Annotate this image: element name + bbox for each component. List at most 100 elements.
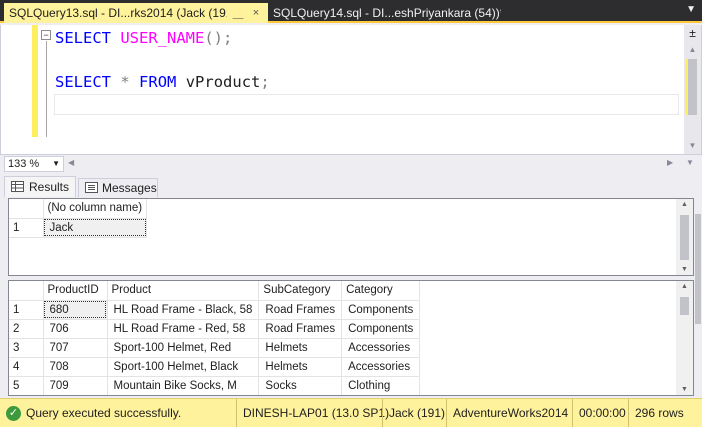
table-cell[interactable]: 680 <box>43 300 108 320</box>
grid-table: ProductID Product SubCategory Category 1… <box>9 281 421 395</box>
row-number[interactable]: 2 <box>9 319 44 339</box>
close-icon[interactable]: × <box>249 7 263 19</box>
column-header[interactable]: ProductID <box>43 281 108 301</box>
table-cell[interactable]: 709 <box>43 376 108 395</box>
scroll-right-icon[interactable]: ▶ <box>667 158 673 167</box>
operator: (); <box>204 29 233 47</box>
grid-vertical-scrollbar[interactable]: ▲ ▼ <box>676 199 693 275</box>
status-text: Query executed successfully. <box>26 406 182 420</box>
split-editor-icon[interactable]: ± <box>686 27 699 40</box>
code-line-2: SELECT * FROM vProduct; <box>55 71 270 93</box>
table-cell[interactable]: Mountain Bike Socks, M <box>107 376 260 395</box>
row-number[interactable]: 3 <box>9 338 44 358</box>
scroll-down-icon[interactable]: ▼ <box>676 386 693 393</box>
row-number[interactable]: 1 <box>9 218 44 238</box>
result-grid-2[interactable]: ProductID Product SubCategory Category 1… <box>8 280 694 396</box>
results-pane-scrollbar[interactable] <box>694 198 702 396</box>
tab-messages[interactable]: Messages <box>78 178 158 197</box>
status-elapsed: 00:00:00 <box>572 399 628 427</box>
keyword: FROM <box>139 73 177 91</box>
editor-horizontal-scrollbar[interactable] <box>66 156 680 172</box>
table-row[interactable]: 5 709 Mountain Bike Socks, M Socks Cloth… <box>9 376 421 395</box>
table-cell[interactable]: Helmets <box>258 338 343 358</box>
results-tab-strip: Results Messages <box>0 176 702 197</box>
table-cell[interactable]: Accessories <box>341 338 421 358</box>
table-cell[interactable]: 707 <box>43 338 108 358</box>
table-cell[interactable]: Sport-100 Helmet, Black <box>107 357 260 377</box>
tab-label: SQLQuery13.sql - DI...rks2014 (Jack (191… <box>9 6 227 20</box>
row-number[interactable]: 4 <box>9 357 44 377</box>
scroll-thumb[interactable] <box>680 215 689 260</box>
tab-dropdown-icon[interactable]: ▼ <box>686 4 696 15</box>
scroll-up-icon[interactable]: ▲ <box>676 201 693 208</box>
identifier: vProduct <box>185 73 261 91</box>
column-header[interactable] <box>9 199 44 219</box>
status-user: Jack (191) <box>382 399 446 427</box>
status-database: AdventureWorks2014 <box>446 399 572 427</box>
editor-vertical-scrollbar[interactable]: ± ▲ ▼ <box>684 25 701 154</box>
table-cell[interactable]: Helmets <box>258 357 343 377</box>
table-cell[interactable]: Sport-100 Helmet, Red <box>107 338 260 358</box>
status-rows: 296 rows <box>628 399 702 427</box>
column-header[interactable]: Category <box>341 281 421 301</box>
scroll-thumb[interactable] <box>680 297 689 315</box>
table-cell[interactable]: Jack <box>43 218 148 238</box>
table-cell[interactable]: HL Road Frame - Black, 58 <box>107 300 260 320</box>
row-number[interactable]: 5 <box>9 376 44 395</box>
collapse-icon[interactable]: − <box>41 30 51 40</box>
check-icon: ✓ <box>6 405 21 421</box>
zoom-select[interactable]: 133 % ▼ <box>4 156 64 172</box>
outline-line <box>46 41 47 137</box>
table-cell[interactable]: Components <box>341 300 421 320</box>
keyword: SELECT <box>55 29 111 47</box>
grid-table: (No column name) 1 Jack <box>9 199 148 238</box>
tab-label: Results <box>28 180 69 194</box>
pin-icon[interactable]: ⸏ <box>231 6 245 21</box>
column-header[interactable]: Product <box>107 281 260 301</box>
header-row: ProductID Product SubCategory Category <box>9 281 421 301</box>
table-row[interactable]: 4 708 Sport-100 Helmet, Black Helmets Ac… <box>9 357 421 377</box>
table-cell[interactable]: Clothing <box>341 376 421 395</box>
messages-icon <box>85 182 98 194</box>
table-cell[interactable]: Road Frames <box>258 300 343 320</box>
scroll-thumb[interactable] <box>695 214 701 324</box>
status-message: ✓ Query executed successfully. <box>0 399 236 427</box>
function-name: USER_NAME <box>120 29 205 47</box>
tab-label: Messages <box>102 181 157 195</box>
table-cell[interactable]: Road Frames <box>258 319 343 339</box>
scroll-thumb[interactable] <box>688 59 697 115</box>
scroll-down-icon[interactable]: ▼ <box>676 266 693 273</box>
table-row[interactable]: 1 Jack <box>9 218 148 238</box>
row-number[interactable]: 1 <box>9 300 44 320</box>
scroll-down-icon[interactable]: ▼ <box>686 158 694 167</box>
table-cell[interactable]: 706 <box>43 319 108 339</box>
table-row[interactable]: 1 680 HL Road Frame - Black, 58 Road Fra… <box>9 300 421 320</box>
operator: * <box>120 73 130 91</box>
column-header[interactable]: (No column name) <box>43 199 148 219</box>
chevron-down-icon: ▼ <box>52 159 60 168</box>
scroll-up-icon[interactable]: ▲ <box>684 45 701 54</box>
result-grid-1[interactable]: (No column name) 1 Jack ▲ ▼ <box>8 198 694 276</box>
tab-sqlquery13[interactable]: SQLQuery13.sql - DI...rks2014 (Jack (191… <box>4 3 268 23</box>
table-cell[interactable]: Components <box>341 319 421 339</box>
tab-results[interactable]: Results <box>4 176 76 197</box>
column-header[interactable]: SubCategory <box>258 281 343 301</box>
column-header[interactable] <box>9 281 44 301</box>
table-cell[interactable]: Socks <box>258 376 343 395</box>
scroll-up-icon[interactable]: ▲ <box>676 283 693 290</box>
status-server: DINESH-LAP01 (13.0 SP1) <box>236 399 389 427</box>
table-cell[interactable]: Accessories <box>341 357 421 377</box>
grid-vertical-scrollbar[interactable]: ▲ ▼ <box>676 281 693 395</box>
scroll-left-icon[interactable]: ◀ <box>68 158 74 167</box>
query-editor[interactable]: − SELECT USER_NAME(); SELECT * FROM vPro… <box>0 25 702 154</box>
table-row[interactable]: 3 707 Sport-100 Helmet, Red Helmets Acce… <box>9 338 421 358</box>
zoom-bar: 133 % ▼ ◀ ▶ ▼ <box>0 154 702 172</box>
table-cell[interactable]: HL Road Frame - Red, 58 <box>107 319 260 339</box>
zoom-value: 133 % <box>8 158 40 170</box>
scroll-down-icon[interactable]: ▼ <box>684 141 701 150</box>
table-row[interactable]: 2 706 HL Road Frame - Red, 58 Road Frame… <box>9 319 421 339</box>
tab-label: SQLQuery14.sql - DI...eshPriyankara (54)… <box>273 6 501 20</box>
tab-sqlquery14[interactable]: SQLQuery14.sql - DI...eshPriyankara (54)… <box>268 3 506 23</box>
document-tab-strip: SQLQuery13.sql - DI...rks2014 (Jack (191… <box>0 0 702 23</box>
table-cell[interactable]: 708 <box>43 357 108 377</box>
